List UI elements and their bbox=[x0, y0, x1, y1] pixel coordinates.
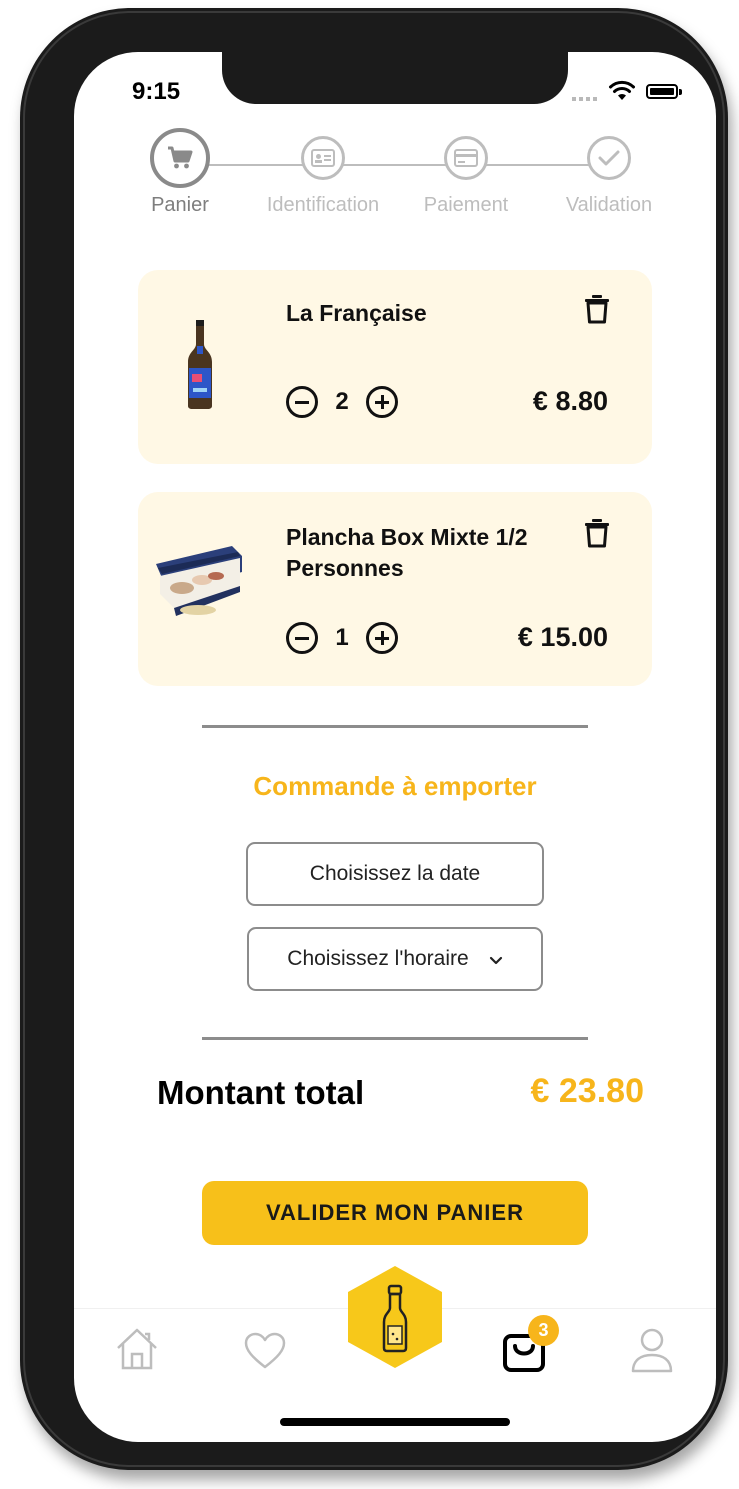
total-value: € 23.80 bbox=[530, 1072, 644, 1110]
trash-icon[interactable] bbox=[584, 294, 610, 324]
pickup-title: Commande à emporter bbox=[253, 771, 537, 801]
decrease-button[interactable] bbox=[286, 386, 318, 418]
cart-item: La Française 2 € 8.80 bbox=[138, 270, 652, 464]
step-panier[interactable]: Panier bbox=[105, 128, 255, 217]
date-button-label: Choisissez la date bbox=[309, 862, 481, 885]
step-validation[interactable]: Validation bbox=[534, 136, 684, 217]
trash-icon[interactable] bbox=[584, 518, 610, 548]
time-select[interactable]: Choisissez l'horaire bbox=[247, 927, 543, 991]
heart-icon[interactable] bbox=[244, 1332, 286, 1370]
quantity-stepper: 1 bbox=[286, 622, 398, 654]
phone-frame: 9:15 Panier Identification Paiement Vali… bbox=[20, 8, 728, 1470]
step-label: Panier bbox=[151, 194, 209, 216]
item-price: € 8.80 bbox=[532, 386, 608, 416]
divider bbox=[202, 1037, 588, 1040]
cart-badge: 3 bbox=[528, 1315, 559, 1346]
decrease-button[interactable] bbox=[286, 622, 318, 654]
product-name: La Française bbox=[286, 300, 427, 326]
credit-card-icon bbox=[454, 149, 478, 167]
validate-cart-button[interactable]: VALIDER MON PANIER bbox=[202, 1181, 588, 1245]
step-paiement[interactable]: Paiement bbox=[391, 136, 541, 217]
product-name: Plancha Box Mixte 1/2 Personnes bbox=[286, 524, 528, 581]
payment-step-circle bbox=[444, 136, 488, 180]
cart-icon bbox=[168, 146, 193, 169]
user-icon[interactable] bbox=[630, 1326, 674, 1374]
quantity-value: 2 bbox=[335, 388, 349, 415]
quantity-value: 1 bbox=[335, 624, 349, 651]
check-icon bbox=[598, 150, 620, 166]
cart-step-circle bbox=[150, 128, 210, 188]
total-label: Montant total bbox=[157, 1074, 365, 1111]
time-select-label: Choisissez l'horaire bbox=[287, 947, 469, 970]
bottle-icon[interactable] bbox=[344, 1264, 446, 1370]
item-price: € 15.00 bbox=[517, 622, 608, 652]
beer-bottle-image bbox=[188, 320, 212, 409]
wifi-icon bbox=[609, 80, 635, 100]
notch bbox=[222, 52, 568, 104]
id-card-icon bbox=[311, 149, 335, 167]
home-indicator bbox=[280, 1418, 510, 1426]
plancha-box-image bbox=[156, 546, 242, 616]
cart-item: Plancha Box Mixte 1/2 Personnes 1 € 15.0… bbox=[138, 492, 652, 686]
validation-step-circle bbox=[587, 136, 631, 180]
signal-icon bbox=[572, 97, 600, 101]
quantity-stepper: 2 bbox=[286, 386, 398, 418]
step-label: Validation bbox=[565, 194, 653, 216]
battery-icon bbox=[646, 84, 682, 99]
home-icon[interactable] bbox=[114, 1326, 160, 1372]
divider bbox=[202, 725, 588, 728]
date-picker-button[interactable]: Choisissez la date bbox=[246, 842, 544, 906]
increase-button[interactable] bbox=[366, 622, 398, 654]
step-label: Identification bbox=[266, 194, 380, 216]
step-label: Paiement bbox=[423, 194, 509, 216]
status-time: 9:15 bbox=[132, 78, 181, 105]
increase-button[interactable] bbox=[366, 386, 398, 418]
id-step-circle bbox=[301, 136, 345, 180]
chevron-down-icon bbox=[489, 956, 502, 965]
step-identification[interactable]: Identification bbox=[248, 136, 398, 217]
app-screen: 9:15 Panier Identification Paiement Vali… bbox=[74, 52, 716, 1442]
